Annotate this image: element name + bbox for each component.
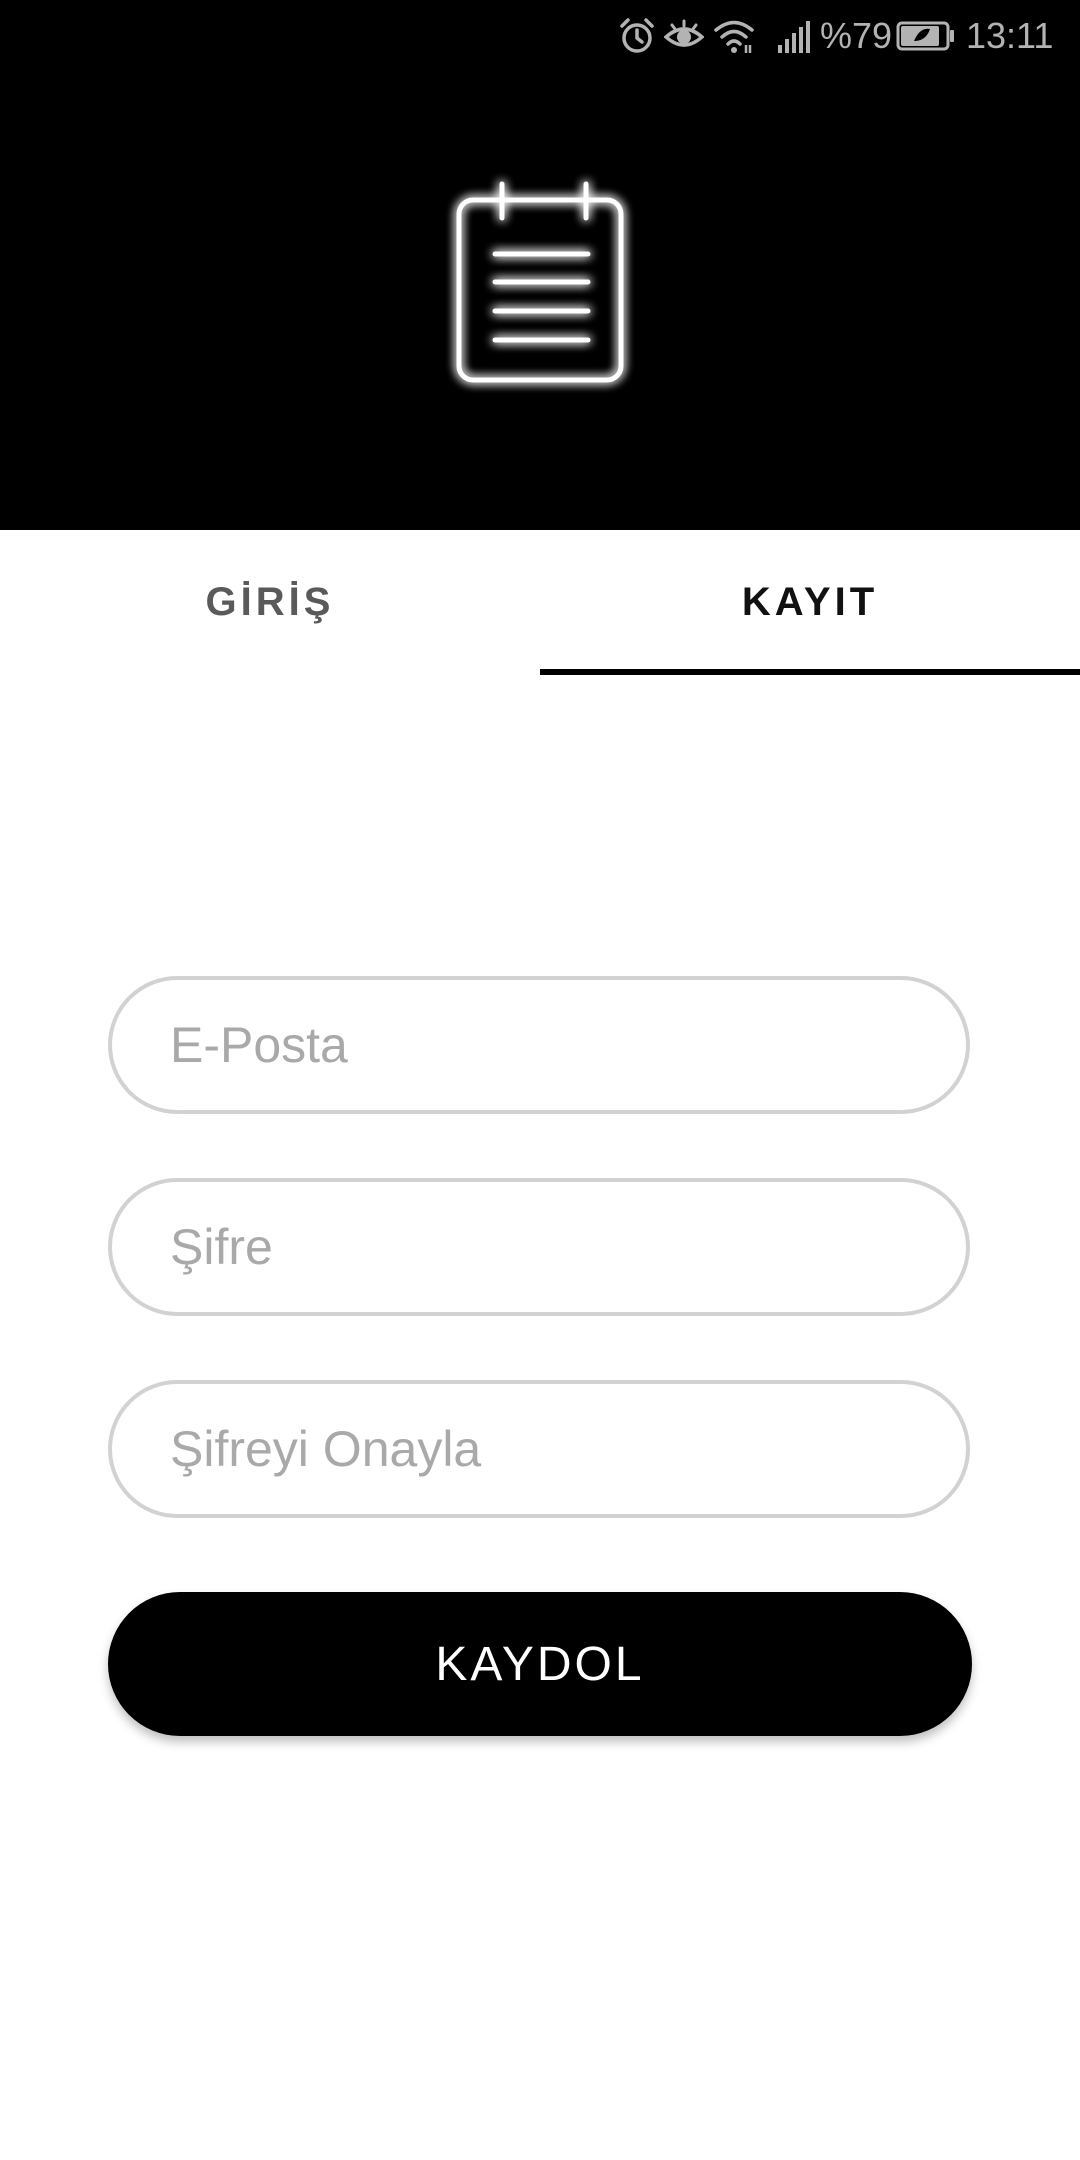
active-tab-indicator [540,669,1080,675]
wifi-icon [713,14,755,58]
register-button[interactable]: KAYDOL [108,1592,972,1736]
password-field[interactable] [108,1178,970,1316]
tab-login[interactable]: GİRİŞ [0,530,540,675]
status-bar: %79 13:11 [0,0,1080,72]
clock-time: 13:11 [966,15,1054,56]
battery-percent: %79 [820,15,893,56]
notepad-icon [440,170,640,400]
confirm-password-field[interactable] [108,1380,970,1518]
signal-icon [776,14,814,58]
eye-icon [664,14,704,58]
tab-register[interactable]: KAYIT [540,530,1080,675]
email-field[interactable] [108,976,970,1114]
battery-icon [896,14,956,58]
header-banner: %79 13:11 [0,0,1080,530]
auth-tabs: GİRİŞ KAYIT [0,530,1080,675]
alarm-icon [618,14,656,58]
